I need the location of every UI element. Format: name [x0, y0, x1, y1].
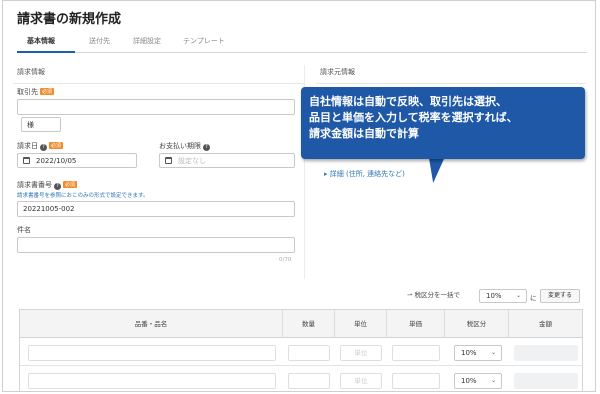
issuer-detail-link[interactable]: ▸ 詳細 (住所, 連絡先など): [324, 169, 405, 179]
calendar-icon: [165, 157, 172, 164]
billing-info-section: 請求情報 取引先 必須 様 請求日? 必須 2022/10/05 お支払い期限? 設…: [13, 65, 305, 279]
tab-recipient[interactable]: 送付先: [89, 36, 110, 46]
bulk-tax-icon: ⇀: [407, 291, 415, 299]
client-honorific-field[interactable]: 様: [21, 117, 61, 132]
col-header-unit-price: 単価: [386, 310, 444, 338]
subject-label: 件名: [17, 226, 31, 234]
col-header-amount: 金額: [508, 310, 582, 338]
callout-line-2: 品目と単価を入力して税率を選択すれば、: [309, 111, 518, 124]
invoice-date-label-text: 請求日: [17, 142, 38, 150]
subject-char-count: 0/70: [279, 257, 292, 263]
due-date-field[interactable]: 設定なし: [159, 153, 295, 168]
honorific-value: 様: [27, 120, 34, 129]
section-title-issuer: 請求元情報: [316, 65, 586, 84]
calendar-icon: [23, 157, 30, 164]
amount-cell: [514, 345, 578, 361]
due-date-label: お支払い期限?: [159, 141, 210, 151]
invoice-date-value: 2022/10/05: [36, 156, 77, 165]
invoice-form-window: 請求書の新規作成 基本情報 送付先 詳細設定 テンプレート 請求情報 取引先 必須…: [2, 0, 596, 392]
table-row: 単位 10% ⌄: [20, 339, 582, 366]
col-header-item: 品番・品名: [134, 320, 168, 328]
client-select[interactable]: [17, 99, 295, 115]
bulk-tax-label-text: 税区分を一括で: [414, 291, 461, 299]
section-title-billing: 請求情報: [13, 65, 304, 84]
tab-template[interactable]: テンプレート: [183, 36, 225, 46]
chevron-down-icon: ⌄: [515, 292, 521, 299]
tab-detail-settings[interactable]: 詳細設定: [133, 36, 161, 46]
tax-select[interactable]: 10% ⌄: [454, 373, 502, 389]
invoice-number-label-text: 請求書番号: [17, 181, 52, 189]
chevron-down-icon: ⌄: [490, 377, 496, 384]
help-icon[interactable]: ?: [40, 144, 47, 151]
active-tab-indicator: [17, 51, 75, 53]
invoice-number-label: 請求書番号? 必須: [17, 180, 78, 190]
invoice-number-field[interactable]: 20221005-002: [17, 201, 295, 217]
item-name-input[interactable]: [28, 373, 276, 389]
callout-bubble: 自社情報は自動で反映、取引先は選択、 品目と単価を入力して税率を選択すれば、 請…: [301, 87, 585, 159]
required-badge: 必須: [63, 181, 78, 188]
due-date-placeholder: 設定なし: [178, 156, 206, 165]
bulk-tax-suffix: に: [530, 294, 537, 302]
client-label: 取引先 必須: [17, 87, 55, 97]
col-header-quantity: 数量: [282, 310, 334, 338]
chevron-down-icon: ⌄: [490, 349, 496, 356]
callout-line-3: 請求金額は自動で計算: [309, 127, 419, 140]
required-badge: 必須: [40, 88, 55, 95]
help-icon[interactable]: ?: [203, 144, 210, 151]
tab-bar: 基本情報 送付先 詳細設定 テンプレート: [17, 33, 587, 53]
col-header-unit: 単位: [334, 310, 386, 338]
invoice-date-field[interactable]: 2022/10/05: [17, 153, 137, 168]
issuer-detail-link-text: 詳細 (住所, 連絡先など): [329, 170, 405, 178]
quantity-input[interactable]: [288, 373, 330, 389]
invoice-number-hint-link[interactable]: 請求書番号を参照におこのみの形式で設定できます。: [17, 191, 148, 199]
item-name-input[interactable]: [28, 345, 276, 361]
invoice-date-label: 請求日? 必須: [17, 141, 64, 151]
tax-select[interactable]: 10% ⌄: [454, 345, 502, 361]
page-title: 請求書の新規作成: [17, 12, 122, 27]
tax-value: 10%: [461, 349, 477, 357]
table-header: 品番・品名 数量 単位 単価 税区分 金額: [20, 310, 582, 338]
unit-input[interactable]: 単位: [340, 345, 382, 361]
quantity-input[interactable]: [288, 345, 330, 361]
tax-value: 10%: [461, 377, 477, 385]
due-date-label-text: お支払い期限: [159, 142, 201, 150]
subject-field[interactable]: [17, 237, 295, 253]
invoice-number-value: 20221005-002: [23, 205, 75, 213]
bulk-tax-change-button[interactable]: 変更する: [540, 289, 580, 303]
bulk-tax-label: ⇀ 税区分を一括で: [407, 289, 460, 299]
amount-cell: [514, 373, 578, 389]
bulk-tax-value: 10%: [486, 292, 502, 300]
unit-input[interactable]: 単位: [340, 373, 382, 389]
tab-basic-info[interactable]: 基本情報: [27, 36, 55, 46]
help-icon[interactable]: ?: [54, 183, 61, 190]
table-row: 単位 10% ⌄: [20, 367, 582, 391]
bulk-tax-select[interactable]: 10% ⌄: [479, 289, 527, 303]
callout-line-1: 自社情報は自動で反映、取引先は選択、: [309, 95, 507, 108]
line-items-table: 品番・品名 数量 単位 単価 税区分 金額 単位 10% ⌄ 単位 10% ⌄: [19, 309, 583, 391]
unit-price-input[interactable]: [392, 345, 440, 361]
unit-price-input[interactable]: [392, 373, 440, 389]
client-label-text: 取引先: [17, 88, 38, 96]
required-badge: 必須: [49, 142, 64, 149]
col-header-tax: 税区分: [444, 310, 508, 338]
